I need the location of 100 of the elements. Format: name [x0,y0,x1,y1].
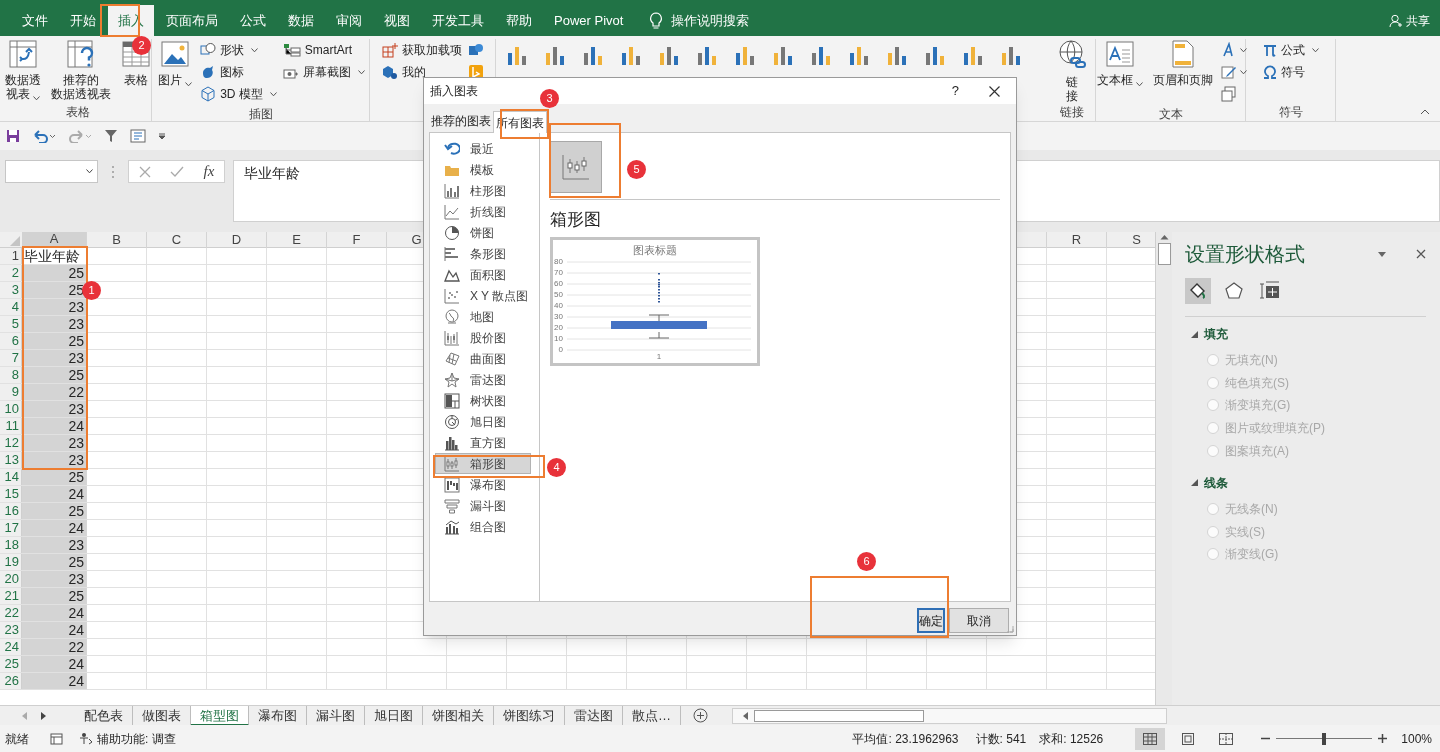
dialog-button[interactable]: 取消 [949,608,1009,633]
ribbon-tab[interactable]: 开始 [60,5,106,36]
status-text: 计数: 541 [975,730,1027,748]
chart-type-item[interactable]: 折线图 [435,201,531,222]
ribbon-button[interactable]: 推荐的 数据透视表 [48,39,113,101]
column-header[interactable]: D [231,232,242,250]
expand-icon[interactable] [1191,479,1198,487]
ribbon-tab[interactable]: 数据 [278,5,324,36]
customize-icon[interactable] [158,132,166,140]
ribbon-tab[interactable]: 视图 [374,5,420,36]
scatter-chart-icon [444,287,460,304]
check-icon[interactable] [170,165,185,178]
ribbon-button[interactable]: 数据透 视表 [2,39,43,101]
scroll-left-icon[interactable] [743,711,748,720]
ribbon-button[interactable]: 链 接 [1054,39,1089,103]
ribbon-button[interactable]: 我的 [381,61,462,83]
ribbon-tab[interactable]: 文件 [12,5,58,36]
ribbon-tab[interactable]: 审阅 [326,5,372,36]
ribbon-tab[interactable]: 页面布局 [156,5,228,36]
person-icon [1389,13,1403,28]
chart-type-item[interactable]: 条形图 [435,243,531,264]
scroll-up-icon[interactable] [1159,234,1169,240]
zoom-level[interactable]: 100% [1401,729,1432,748]
chart-type-item[interactable]: 树状图 [435,390,531,411]
dialog-button[interactable]: 确定 [917,608,945,633]
ribbon-tab[interactable]: Power Pivot [544,5,634,36]
insert-function-button[interactable]: fx [203,160,215,183]
chart-type-item[interactable]: 地图 [435,306,531,327]
column-header[interactable]: E [292,232,301,250]
chart-type-item[interactable]: 直方图 [435,432,531,453]
pi-icon [1262,43,1277,57]
scrollbar-thumb[interactable] [754,709,924,722]
share-button[interactable]: 共享 [1389,5,1430,36]
cancel-icon[interactable] [138,165,151,178]
add-sheet-icon[interactable] [693,708,708,723]
omega-icon [1262,65,1277,79]
ribbon-button[interactable]: 符号 [1262,61,1319,83]
column-header[interactable]: C [171,232,182,250]
chart-type-item[interactable]: 饼图 [435,222,531,243]
accessibility-icon[interactable] [79,732,93,745]
collapse-icon[interactable] [1420,109,1430,115]
chart-type-item[interactable]: 曲面图 [435,348,531,369]
expand-icon[interactable] [1191,330,1198,338]
column-header[interactable]: A [49,232,59,249]
chart-type-item[interactable]: 股价图 [435,327,531,348]
ribbon-button[interactable]: 图片 [156,39,195,87]
ribbon-button[interactable]: 形状 [200,39,277,61]
column-header[interactable]: R [1071,232,1082,250]
column-header[interactable]: F [352,232,361,250]
chart-type-item[interactable]: 面积图 [435,264,531,285]
formula-value[interactable]: 毕业年龄 [244,165,300,181]
chart-preview[interactable]: 图表标题 80 70 60 50 40 30 20 10 0 1 [550,236,760,366]
chart-type-item[interactable]: 漏斗图 [435,495,531,516]
tell-me-search[interactable]: 操作说明搜索 [671,10,750,31]
column-header[interactable]: G [411,232,422,250]
chart-type-item[interactable]: 箱形图 [435,453,531,474]
column-header[interactable]: B [112,232,121,250]
zoom-in-icon[interactable] [1378,734,1388,743]
resize-grip-icon[interactable] [1006,625,1014,633]
column-header[interactable]: S [1132,232,1141,250]
pane-tab[interactable] [1185,278,1211,304]
close-icon[interactable] [1416,249,1426,259]
chart-type-item[interactable]: X Y 散点图 [435,285,531,306]
dialog-tab[interactable]: 推荐的图表 [429,110,493,132]
chart-type-item[interactable]: 最近 [435,138,531,159]
ribbon-button[interactable]: 文本框 [1094,39,1145,87]
caret-icon [1311,47,1319,53]
chart-type-item[interactable]: 雷达图 [435,369,531,390]
chart-type-item[interactable]: 模板 [435,159,531,180]
accessibility-button[interactable]: 辅助功能: 调查 [97,729,176,748]
sheet-tab[interactable]: 箱型图 [191,705,249,726]
zoom-out-icon[interactable] [1261,737,1271,740]
save-icon[interactable] [6,129,20,143]
section-title[interactable]: 线条 [1204,473,1228,492]
view-button[interactable] [1135,727,1166,750]
chart-type-item[interactable]: 旭日图 [435,411,531,432]
ribbon-button[interactable]: 屏幕截图 [282,61,365,83]
ribbon-button[interactable]: 页眉和页脚 [1150,39,1215,87]
scrollbar-thumb[interactable] [1157,243,1171,265]
option-label: 图片或纹理填充(P) [1225,420,1325,438]
macro-icon[interactable] [50,732,63,745]
dropdown-icon[interactable] [1378,251,1386,257]
ribbon-button[interactable]: 3D 模型 [200,83,277,105]
filter-icon[interactable] [104,129,118,143]
next-sheet-icon[interactable] [41,711,47,720]
undo-icon[interactable] [32,129,56,143]
ribbon-button[interactable]: SmartArt [282,39,365,61]
zoom-slider[interactable] [1322,732,1327,745]
ribbon-button[interactable]: 图标 [200,61,277,83]
ribbon-tab[interactable]: 公式 [230,5,276,36]
ribbon-tab[interactable]: 开发工具 [422,5,494,36]
ribbon-tab[interactable]: 帮助 [496,5,542,36]
help-button[interactable]: ? [951,81,959,101]
ribbon-button[interactable]: 公式 [1262,39,1319,61]
ribbon-button[interactable]: 获取加载项 [381,39,462,61]
chart-type-item[interactable]: 组合图 [435,516,531,537]
section-title[interactable]: 填充 [1204,325,1228,343]
chart-type-item[interactable]: 柱形图 [435,180,531,201]
close-icon[interactable] [989,85,1000,97]
chart-type-item[interactable]: 瀑布图 [435,474,531,495]
